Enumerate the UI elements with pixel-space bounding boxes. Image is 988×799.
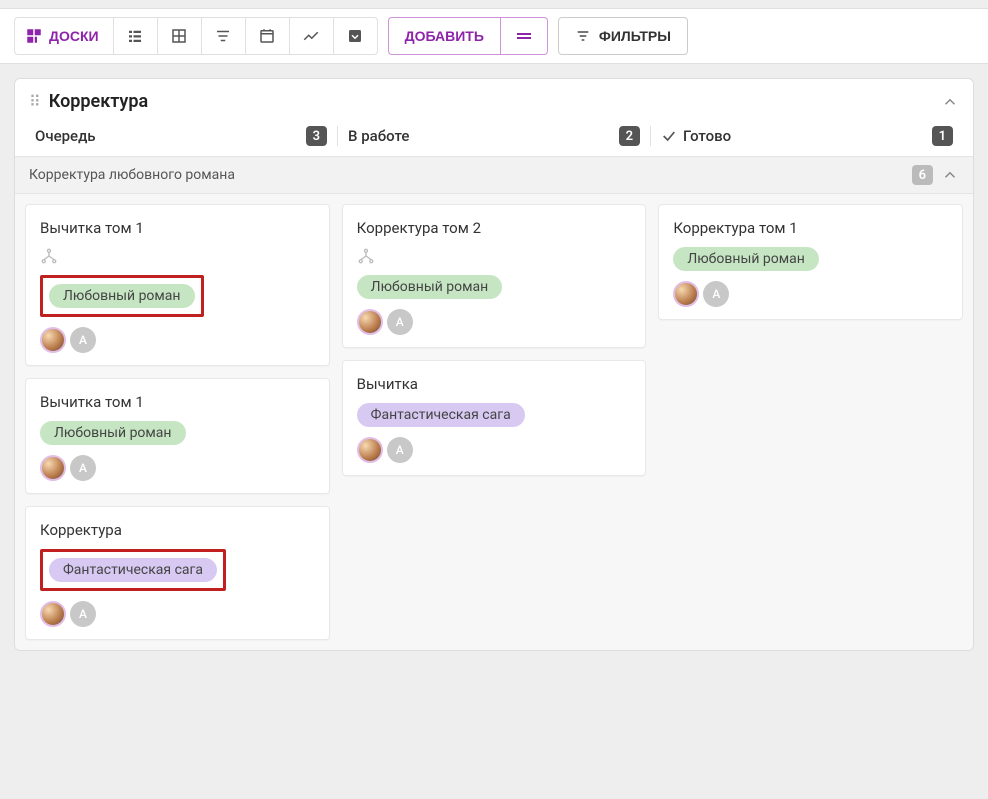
task-card[interactable]: Вычитка том 1 Любовный роман A — [25, 378, 330, 494]
column-header-inprogress[interactable]: В работе 2 — [337, 126, 650, 146]
task-card[interactable]: Вычитка Фантастическая сага A — [342, 360, 647, 476]
tag[interactable]: Любовный роман — [40, 421, 186, 445]
chevron-up-icon — [941, 93, 959, 111]
boards-icon — [25, 27, 43, 45]
card-avatars: A — [40, 601, 315, 627]
archive-icon — [346, 27, 364, 45]
check-icon — [661, 128, 677, 144]
avatar[interactable]: A — [703, 281, 729, 307]
view-archive-button[interactable] — [334, 17, 378, 55]
avatar[interactable] — [357, 437, 383, 463]
tag[interactable]: Любовный роман — [357, 275, 503, 299]
task-card[interactable]: Корректура Фантастическая сага A — [25, 506, 330, 640]
tag[interactable]: Любовный роман — [673, 247, 819, 271]
hierarchy-icon — [40, 247, 58, 265]
card-title: Корректура — [40, 521, 315, 539]
column-done: Корректура том 1 Любовный роман A — [658, 204, 963, 640]
board: ⠿ Корректура Очередь 3 В работе 2 Готово… — [14, 78, 974, 651]
add-button-group: ДОБАВИТЬ — [388, 17, 548, 55]
board-header: ⠿ Корректура — [15, 79, 973, 120]
column-title: Готово — [661, 127, 731, 145]
chart-icon — [302, 27, 320, 45]
avatar[interactable]: A — [387, 437, 413, 463]
avatar[interactable] — [40, 455, 66, 481]
drag-handle-icon[interactable]: ⠿ — [29, 92, 41, 111]
board-title: Корректура — [49, 91, 148, 112]
column-title: Очередь — [35, 127, 96, 145]
view-calendar-button[interactable] — [246, 17, 290, 55]
calendar-icon — [258, 27, 276, 45]
task-card[interactable]: Корректура том 2 Любовный роман A — [342, 204, 647, 348]
column-count-badge: 3 — [306, 126, 327, 146]
tag-highlight-box: Любовный роман — [40, 275, 204, 317]
view-switcher: ДОСКИ — [14, 17, 378, 55]
add-button-label: ДОБАВИТЬ — [405, 28, 484, 44]
hierarchy-icon — [357, 247, 375, 265]
top-toolbar: ДОСКИ ДОБАВИТЬ — [0, 8, 988, 64]
card-avatars: A — [40, 455, 315, 481]
group-right: 6 — [912, 165, 959, 185]
columns-body: Вычитка том 1 Любовный роман A Вычитка т… — [15, 194, 973, 650]
column-title: В работе — [348, 127, 409, 145]
column-header-queue[interactable]: Очередь 3 — [25, 126, 337, 146]
view-list-button[interactable] — [114, 17, 158, 55]
avatar[interactable]: A — [70, 601, 96, 627]
card-tree-icon-row — [357, 247, 632, 265]
card-title: Корректура том 2 — [357, 219, 632, 237]
column-header-done[interactable]: Готово 1 — [650, 126, 963, 146]
menu-lines-icon — [515, 30, 533, 42]
card-title: Вычитка — [357, 375, 632, 393]
card-avatars: A — [673, 281, 948, 307]
avatar[interactable]: A — [387, 309, 413, 335]
avatar[interactable]: A — [70, 327, 96, 353]
group-title: Корректура любовного романа — [29, 167, 235, 183]
avatar[interactable] — [357, 309, 383, 335]
card-title: Вычитка том 1 — [40, 393, 315, 411]
avatar[interactable] — [40, 327, 66, 353]
card-avatars: A — [40, 327, 315, 353]
tag-highlight-box: Фантастическая сага — [40, 549, 226, 591]
avatar[interactable]: A — [70, 455, 96, 481]
avatar[interactable] — [673, 281, 699, 307]
filters-button[interactable]: ФИЛЬТРЫ — [558, 17, 688, 55]
column-count-badge: 1 — [932, 126, 953, 146]
view-boards-button[interactable]: ДОСКИ — [14, 17, 114, 55]
app-root: ДОСКИ ДОБАВИТЬ — [0, 8, 988, 799]
filters-label: ФИЛЬТРЫ — [599, 28, 671, 44]
chevron-up-icon[interactable] — [941, 166, 959, 184]
card-tree-icon-row — [40, 247, 315, 265]
task-card[interactable]: Корректура том 1 Любовный роман A — [658, 204, 963, 320]
avatar[interactable] — [40, 601, 66, 627]
card-title: Корректура том 1 — [673, 219, 948, 237]
view-chart-button[interactable] — [290, 17, 334, 55]
column-queue: Вычитка том 1 Любовный роман A Вычитка т… — [25, 204, 330, 640]
group-count-badge: 6 — [912, 165, 933, 185]
card-title: Вычитка том 1 — [40, 219, 315, 237]
column-inprogress: Корректура том 2 Любовный роман A Вычитк… — [342, 204, 647, 640]
add-dropdown-button[interactable] — [501, 17, 548, 55]
sort-icon — [214, 27, 232, 45]
columns-header: Очередь 3 В работе 2 Готово 1 — [15, 120, 973, 156]
column-count-badge: 2 — [619, 126, 640, 146]
view-grid-button[interactable] — [158, 17, 202, 55]
board-collapse-button[interactable] — [941, 93, 959, 111]
list-icon — [126, 27, 144, 45]
filter-icon — [575, 28, 591, 44]
tag[interactable]: Любовный роман — [49, 284, 195, 308]
tag[interactable]: Фантастическая сага — [357, 403, 525, 427]
grid-icon — [170, 27, 188, 45]
group-bar[interactable]: Корректура любовного романа 6 — [15, 156, 973, 194]
add-button[interactable]: ДОБАВИТЬ — [388, 17, 501, 55]
view-boards-label: ДОСКИ — [49, 28, 99, 44]
card-avatars: A — [357, 437, 632, 463]
view-sort-button[interactable] — [202, 17, 246, 55]
tag[interactable]: Фантастическая сага — [49, 558, 217, 582]
card-avatars: A — [357, 309, 632, 335]
task-card[interactable]: Вычитка том 1 Любовный роман A — [25, 204, 330, 366]
